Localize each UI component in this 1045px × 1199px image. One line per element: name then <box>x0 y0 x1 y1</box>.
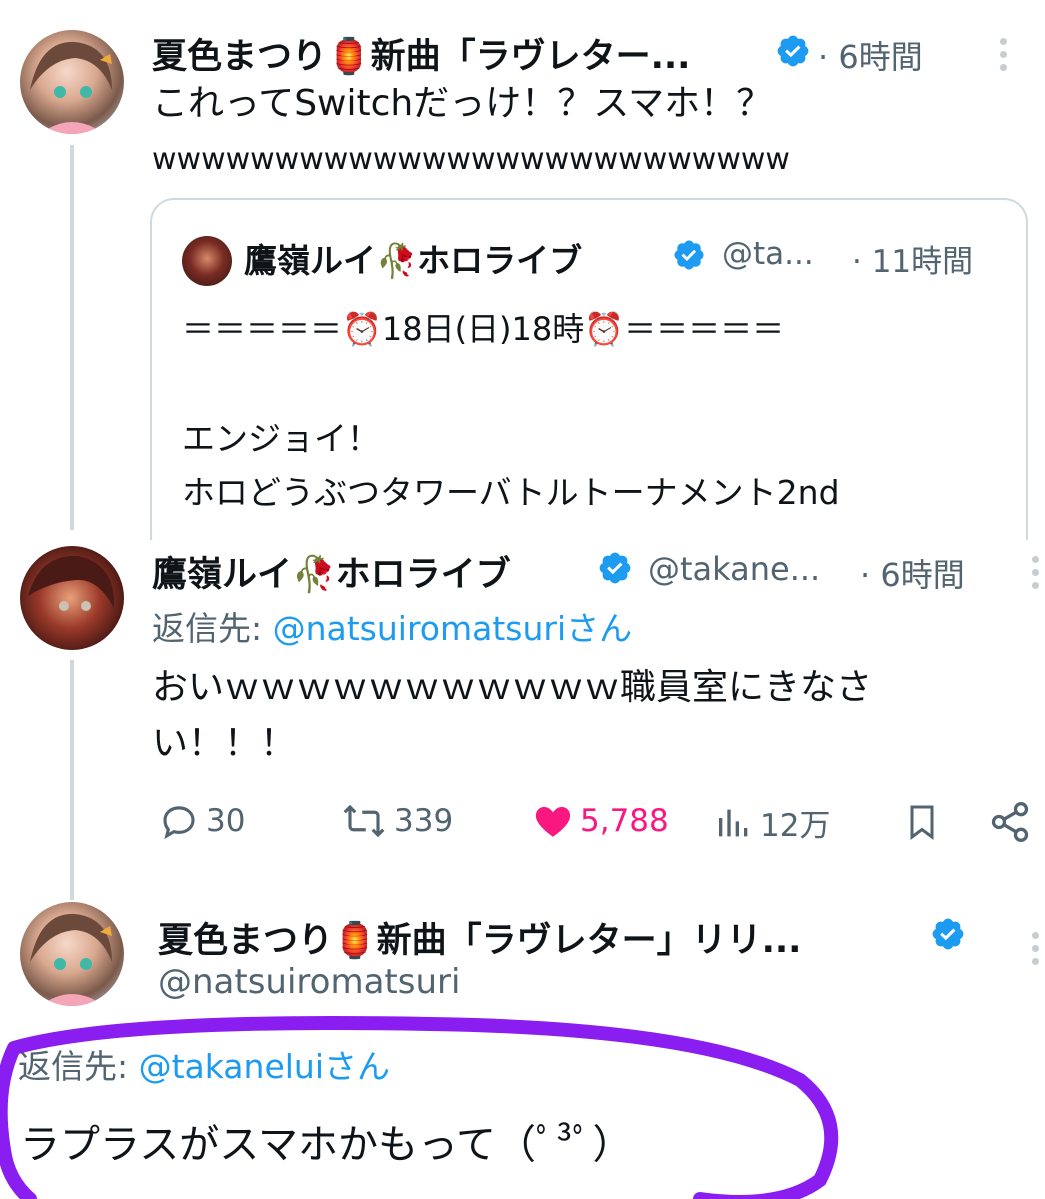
quote-display-name: 鷹嶺ルイ🥀ホロライブ <box>244 241 583 280</box>
tweet1-text-line2: wwwwwwwwwwwwwwwwwwwwwwwwww <box>152 142 790 177</box>
tweet3-handle[interactable]: @natsuiromatsuri <box>158 962 460 1002</box>
quote-line3: ホロどうぶつタワーバトルトーナメント2nd <box>182 473 840 512</box>
reply-count: 30 <box>206 803 246 839</box>
views-chart-icon <box>719 809 748 836</box>
like-button[interactable]: 5,788 <box>532 800 669 842</box>
share-icon[interactable] <box>988 800 1032 844</box>
more-icon[interactable] <box>1032 932 1040 965</box>
annotation-circle <box>0 1016 839 1199</box>
tweet2-reply-to: 返信先: @natsuiromatsuriさん <box>152 602 632 650</box>
reply-prefix: 返信先: <box>152 609 273 648</box>
retweet-button[interactable]: 339 <box>340 800 453 842</box>
retweet-icon <box>343 804 385 838</box>
tweet2-handle[interactable]: @takane... <box>648 550 820 588</box>
quote-line1: ＝＝＝＝＝⏰18日(日)18時⏰＝＝＝＝＝ <box>182 310 785 348</box>
thread-line-2 <box>70 660 74 900</box>
tweet2-display-name[interactable]: 鷹嶺ルイ🥀ホロライブ <box>152 546 511 597</box>
bookmark-icon[interactable] <box>902 800 942 844</box>
like-count: 5,788 <box>580 803 669 839</box>
reply-button[interactable]: 30 <box>158 800 245 842</box>
tweet2-text-line2: い！！！ <box>152 723 297 764</box>
thread-line-1 <box>70 145 74 530</box>
reply-mention-link[interactable]: @natsuiromatsuriさん <box>273 609 633 648</box>
verified-badge-icon <box>932 918 964 950</box>
tweet3-display-name[interactable]: 夏色まつり🏮新曲「ラヴレター」リリ... <box>158 912 801 963</box>
tweet1-text-line1: これってSwitchだっけ！？スマホ！？ <box>152 83 773 124</box>
tweet1-time[interactable]: · 6時間 <box>818 32 923 78</box>
retweet-count: 339 <box>394 803 454 839</box>
avatar-natsuiro-2[interactable] <box>20 902 124 1006</box>
more-icon[interactable] <box>1032 556 1040 589</box>
quote-avatar <box>182 236 232 286</box>
heart-icon <box>535 807 571 837</box>
reply-icon <box>163 806 195 840</box>
more-icon[interactable] <box>1000 38 1008 71</box>
quote-tweet-card[interactable]: 鷹嶺ルイ🥀ホロライブ @ta... · 11時間 ＝＝＝＝＝⏰18日(日)18時… <box>150 198 1028 540</box>
tweet2-time[interactable]: · 6時間 <box>860 550 965 596</box>
avatar-natsuiro[interactable] <box>20 30 124 134</box>
avatar-takane[interactable] <box>20 546 124 650</box>
tweet2-text-line1: おいｗｗｗｗｗｗｗｗｗｗｗ職員室にきなさ <box>152 667 873 708</box>
quote-time: · 11時間 <box>852 244 974 280</box>
verified-badge-icon <box>777 35 809 67</box>
verified-badge-icon <box>599 552 631 584</box>
tweet1-display-name[interactable]: 夏色まつり🏮新曲「ラヴレター... <box>152 28 690 79</box>
verified-badge-icon <box>674 240 704 270</box>
views-button[interactable]: 12万 <box>714 800 830 845</box>
quote-handle: @ta... <box>722 236 814 272</box>
quote-line2: エンジョイ！ <box>182 419 380 458</box>
views-count: 12万 <box>760 808 831 844</box>
